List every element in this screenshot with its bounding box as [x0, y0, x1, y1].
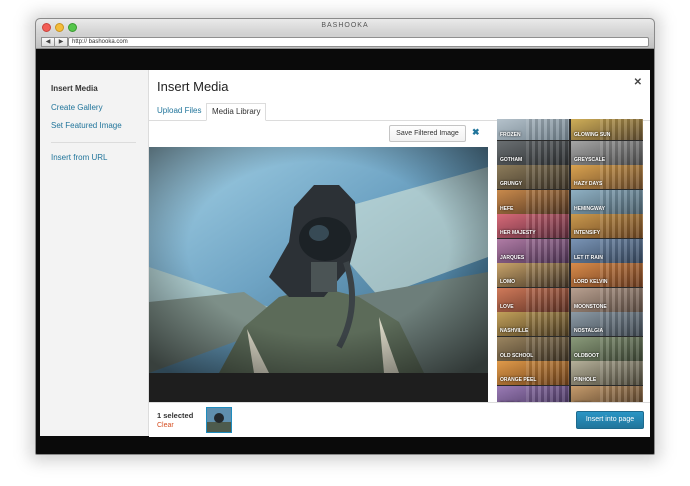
browser-window: BASHOOKA ◀ ▶ http:// bashooka.com Insert… [35, 18, 655, 455]
media-main: Insert Media ✕ Upload Files Media Librar… [149, 70, 650, 437]
filter-tile[interactable]: HEFE [497, 189, 569, 214]
filter-tile[interactable]: LOVE [497, 287, 569, 312]
filter-label: JARQUES [500, 254, 525, 261]
filter-preview-texture [525, 140, 569, 165]
filter-label: HEMINGWAY [574, 205, 605, 212]
filter-tile[interactable]: GREYSCALE [571, 140, 643, 165]
page-backdrop: Insert Media Create Gallery Set Featured… [36, 49, 654, 454]
filter-label: HAZY DAYS [574, 181, 603, 187]
filter-tile[interactable]: RETRO [571, 385, 643, 402]
filter-preview-texture [525, 312, 569, 336]
filter-preview-texture [525, 189, 569, 214]
filter-tile[interactable]: GLOWING SUN [571, 119, 643, 140]
filter-label: HER MAJESTY [500, 230, 536, 236]
filter-preview-texture [599, 214, 643, 238]
filter-label: LORD KELVIN [574, 279, 608, 285]
filter-preview-texture [599, 140, 643, 165]
filter-label: LET IT RAIN [574, 254, 603, 261]
filter-tile[interactable]: LOMO [497, 263, 569, 287]
filter-label: NOSTALGIA [574, 328, 604, 334]
filter-preview-texture [599, 385, 643, 402]
browser-toolbar: ◀ ▶ http:// bashooka.com [36, 35, 654, 49]
filter-tile[interactable]: PINHOLE [571, 361, 643, 385]
filter-label: MOONSTONE [574, 303, 607, 310]
thumbnail-image [207, 408, 231, 432]
filter-label: LOMO [500, 279, 515, 285]
filter-tile[interactable]: HEMINGWAY [571, 189, 643, 214]
filter-preview-texture [525, 287, 569, 312]
filter-label: HEFE [500, 205, 514, 212]
filter-preview-texture [599, 238, 643, 263]
filter-preview-texture [599, 361, 643, 385]
sidebar-item-insert-media[interactable]: Insert Media [51, 84, 98, 93]
filter-label: OLD SCHOOL [500, 352, 534, 359]
sidebar-divider [51, 142, 136, 143]
filter-tile[interactable]: GOTHAM [497, 140, 569, 165]
sidebar-item-set-featured-image[interactable]: Set Featured Image [51, 121, 122, 130]
back-icon[interactable]: ◀ [41, 37, 55, 47]
close-editor-icon[interactable]: ✖ [472, 127, 480, 138]
filter-tile[interactable]: NASHVILLE [497, 312, 569, 336]
filter-grid: FROZEN GLOWING SUN GOTHAM GREYSCALE GRUNGY HA… [497, 119, 643, 402]
nav-buttons: ◀ ▶ [41, 37, 68, 47]
filter-tile[interactable]: OLD SCHOOL [497, 336, 569, 361]
filter-preview-texture [525, 385, 569, 402]
tab-upload-files[interactable]: Upload Files [152, 103, 206, 119]
selected-thumbnail[interactable] [206, 407, 232, 433]
filter-tile[interactable]: HER MAJESTY [497, 214, 569, 238]
filter-preview-texture [525, 263, 569, 287]
filter-tile[interactable]: LORD KELVIN [571, 263, 643, 287]
filter-label: NASHVILLE [500, 328, 529, 334]
clear-selection-link[interactable]: Clear [157, 422, 174, 429]
preview-image [149, 147, 488, 402]
filter-tile[interactable]: JARQUES [497, 238, 569, 263]
filter-tile[interactable]: INTENSIFY [571, 214, 643, 238]
filter-label: OLDBOOT [574, 352, 599, 359]
filter-preview-texture [525, 119, 569, 140]
media-sidebar: Insert Media Create Gallery Set Featured… [40, 70, 149, 436]
filter-label: GLOWING SUN [574, 132, 611, 138]
filter-label: GOTHAM [500, 156, 523, 163]
selection-count: 1 selected [157, 411, 194, 420]
filter-preview-texture [599, 312, 643, 336]
filter-tile[interactable]: HAZY DAYS [571, 165, 643, 189]
filter-label: LOVE [500, 303, 514, 310]
filter-preview-texture [599, 189, 643, 214]
filter-tile[interactable]: FROZEN [497, 119, 569, 140]
filter-tile[interactable]: PURPLE [497, 385, 569, 402]
filter-label: FROZEN [500, 132, 521, 138]
modal-title: Insert Media [157, 79, 229, 94]
forward-icon[interactable]: ▶ [55, 37, 68, 47]
media-toolbar: 1 selected Clear Insert into page [149, 402, 650, 437]
title-bar: BASHOOKA [36, 19, 654, 35]
close-icon[interactable]: ✕ [634, 77, 642, 88]
filter-label: GREYSCALE [574, 156, 606, 163]
sidebar-item-create-gallery[interactable]: Create Gallery [51, 103, 103, 112]
save-filtered-image-button[interactable]: Save Filtered Image [389, 125, 466, 142]
filter-preview-texture [525, 165, 569, 189]
filter-label: ORANGE PEEL [500, 377, 537, 383]
media-modal: Insert Media Create Gallery Set Featured… [40, 70, 650, 437]
filter-preview-texture [525, 238, 569, 263]
filter-tile[interactable]: LET IT RAIN [571, 238, 643, 263]
media-tabs: Upload Files Media Library [149, 100, 650, 121]
insert-into-page-button[interactable]: Insert into page [576, 411, 644, 429]
filter-tile[interactable]: GRUNGY [497, 165, 569, 189]
pilot-photo [149, 147, 488, 402]
tab-media-library[interactable]: Media Library [206, 103, 267, 121]
filter-label: INTENSIFY [574, 230, 601, 236]
filter-tile[interactable]: NOSTALGIA [571, 312, 643, 336]
filter-preview-texture [599, 165, 643, 189]
filter-label: GRUNGY [500, 181, 522, 187]
sidebar-item-insert-from-url[interactable]: Insert from URL [51, 153, 107, 162]
address-bar[interactable]: http:// bashooka.com [68, 37, 649, 47]
filter-preview-texture [599, 336, 643, 361]
filter-label: PINHOLE [574, 377, 597, 383]
filter-tile[interactable]: OLDBOOT [571, 336, 643, 361]
filter-tile[interactable]: MOONSTONE [571, 287, 643, 312]
window-title: BASHOOKA [321, 22, 369, 29]
filter-tile[interactable]: ORANGE PEEL [497, 361, 569, 385]
